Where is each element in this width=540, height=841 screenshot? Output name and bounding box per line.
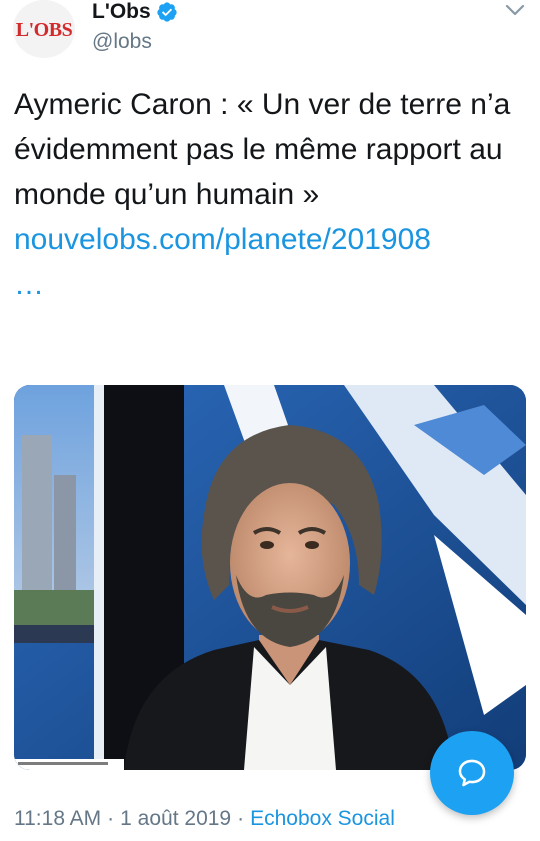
verified-badge-icon [157,2,177,22]
tweet-meta: 11:18 AM · 1 août 2019 · Echobox Social [14,806,395,832]
tweet-date: 1 août 2019 [120,807,232,830]
lobs-logo: L'OBS [15,18,73,41]
tweet-source-link[interactable]: Echobox Social [250,807,395,830]
tweet-time: 11:18 AM [14,807,102,830]
tweet-header: L'OBS L'Obs @lobs [0,0,540,70]
separator-dot: · [107,807,115,830]
name-row: L'Obs [92,0,178,24]
separator-dot-2: · [237,807,245,830]
tweet-text: Aymeric Caron : « Un ver de terre n’a év… [14,88,511,211]
compose-reply-button[interactable] [430,731,514,815]
tweet-media-image[interactable] [14,385,526,770]
tweet-link-ellipsis[interactable]: … [14,262,524,307]
tweet-link[interactable]: nouvelobs.com/planete/201908 [14,217,524,262]
reply-bubble-icon [458,759,486,787]
handle[interactable]: @lobs [92,29,152,55]
display-name[interactable]: L'Obs [92,0,151,24]
avatar[interactable]: L'OBS [13,0,75,58]
portrait-photo [14,385,526,770]
tweet-body: Aymeric Caron : « Un ver de terre n’a év… [14,82,524,307]
chevron-down-icon[interactable] [504,2,526,18]
